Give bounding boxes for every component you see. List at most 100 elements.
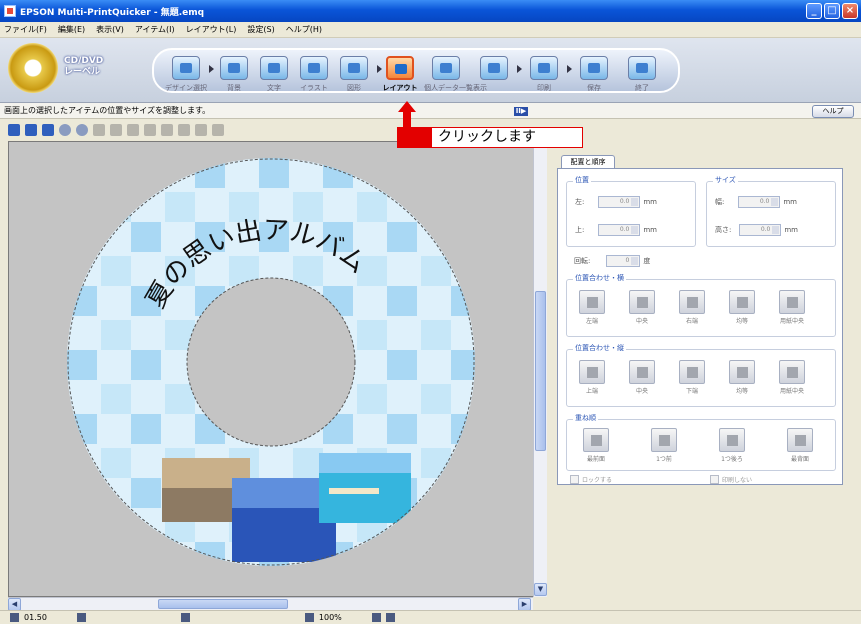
align-center-v-icon <box>629 360 655 384</box>
align-center-v-button[interactable]: 中央 <box>629 360 655 395</box>
delete-icon[interactable] <box>144 124 156 136</box>
cd-label-disc[interactable]: 夏の思い出アルバム <box>67 158 475 566</box>
app-icon <box>4 5 16 17</box>
paste-icon[interactable] <box>127 124 139 136</box>
mode-label-line2: レーベル <box>64 67 101 77</box>
illustration-button[interactable]: イラスト <box>292 56 336 96</box>
window-title: EPSON Multi-PrintQuicker - 無題.emq <box>20 7 205 18</box>
align-right-button[interactable]: 右端 <box>679 290 705 325</box>
left-unit: mm <box>643 198 657 206</box>
align-left-button[interactable]: 左端 <box>579 290 605 325</box>
align-top-button[interactable]: 上端 <box>579 360 605 395</box>
rotation-input[interactable]: 0 <box>606 255 641 267</box>
no-print-label: 印刷しない <box>722 477 753 484</box>
status-bar: 01.50 100% <box>0 610 861 624</box>
exit-button[interactable]: 終了 <box>620 56 664 96</box>
print-button[interactable]: 印刷 <box>522 56 572 96</box>
callout-arrow-shaft <box>403 109 411 129</box>
no-print-checkbox[interactable]: 印刷しない <box>710 475 752 484</box>
cut-icon[interactable] <box>93 124 105 136</box>
menu-help[interactable]: ヘルプ(H) <box>286 24 322 35</box>
lock-label: ロックする <box>582 477 613 484</box>
redo-icon[interactable] <box>25 124 37 136</box>
rotate-icon[interactable] <box>212 124 224 136</box>
position-group: 位置 左: 0.0 mm 上: 0.0 mm <box>566 175 696 247</box>
minimize-button[interactable]: _ <box>806 3 822 19</box>
send-to-back-button[interactable]: 最背面 <box>787 428 813 463</box>
height-label: 高さ: <box>715 226 732 234</box>
menu-view[interactable]: 表示(V) <box>96 24 124 35</box>
illustration-icon <box>300 56 328 80</box>
size-icon <box>76 613 86 622</box>
maximize-button[interactable]: □ <box>824 3 840 19</box>
horizontal-scrollbar[interactable]: ◀ ▶ <box>8 597 533 611</box>
zoom-out-icon[interactable] <box>76 124 88 136</box>
main-toolbar: CD/DVD レーベル デザイン選択 背景 文字 イラスト 図形 レイアウト 個… <box>0 38 861 103</box>
design-select-button[interactable]: デザイン選択 <box>164 56 214 96</box>
menu-file[interactable]: ファイル(F) <box>4 24 47 35</box>
width-input[interactable]: 0.0 <box>738 196 781 208</box>
vertical-scroll-thumb[interactable] <box>535 291 546 451</box>
collapse-panel-icon[interactable]: II▶ <box>514 107 528 116</box>
menu-settings[interactable]: 設定(S) <box>247 24 274 35</box>
page-center-v-button[interactable]: 用紙中央 <box>779 360 805 395</box>
copy-icon[interactable] <box>110 124 122 136</box>
page-center-h-button[interactable]: 用紙中央 <box>779 290 805 325</box>
height-input[interactable]: 0.0 <box>739 224 782 236</box>
rotation-label: 回転: <box>574 257 591 265</box>
select-icon[interactable] <box>42 124 54 136</box>
mode-label-line1: CD/DVD <box>64 56 104 66</box>
text-button[interactable]: 文字 <box>252 56 296 96</box>
workflow-panel: デザイン選択 背景 文字 イラスト 図形 レイアウト 個人データ一覧表示 印刷 … <box>152 48 680 93</box>
distribute-h-icon <box>729 290 755 314</box>
zoom-in-icon[interactable] <box>59 124 71 136</box>
save-button[interactable]: 保存 <box>572 56 616 96</box>
title-bar[interactable]: EPSON Multi-PrintQuicker - 無題.emq _ □ × <box>0 0 861 22</box>
align-vertical-group: 位置合わせ・縦 上端 中央 下端 均等 用紙中央 <box>566 343 836 407</box>
bring-to-front-button[interactable]: 最前面 <box>583 428 609 463</box>
data-layout-button[interactable] <box>472 56 522 96</box>
align-right-icon <box>679 290 705 314</box>
left-input[interactable]: 0.0 <box>598 196 641 208</box>
top-unit: mm <box>643 226 657 234</box>
layout-button[interactable]: レイアウト <box>378 56 422 96</box>
distribute-h-button[interactable]: 均等 <box>729 290 755 325</box>
top-input[interactable]: 0.0 <box>598 224 641 236</box>
lock-checkbox[interactable]: ロックする <box>570 475 612 484</box>
flip-icon[interactable] <box>195 124 207 136</box>
shape-icon <box>340 56 368 80</box>
vertical-scrollbar[interactable]: ▼ <box>533 141 547 597</box>
bring-forward-button[interactable]: 1つ前 <box>651 428 677 463</box>
text-icon <box>260 56 288 80</box>
page-center-h-icon <box>779 290 805 314</box>
lock-checkbox-box[interactable] <box>570 475 579 484</box>
rotation-status-icon <box>180 613 190 622</box>
menu-layout[interactable]: レイアウト(L) <box>186 24 237 35</box>
distribute-v-button[interactable]: 均等 <box>729 360 755 395</box>
label-canvas[interactable]: 夏の思い出アルバム <box>8 141 543 597</box>
personal-data-button[interactable]: 個人データ一覧表示 <box>424 56 487 96</box>
close-button[interactable]: × <box>842 3 858 19</box>
cursor-position-icon <box>10 613 19 622</box>
cd-disc-logo <box>8 43 58 93</box>
no-print-checkbox-box[interactable] <box>710 475 719 484</box>
tab-arrange-order[interactable]: 配置と順序 <box>561 155 615 169</box>
rotation-unit: 度 <box>643 257 651 265</box>
shape-button[interactable]: 図形 <box>332 56 382 96</box>
align-bottom-button[interactable]: 下端 <box>679 360 705 395</box>
group-icon[interactable] <box>161 124 173 136</box>
align-center-h-button[interactable]: 中央 <box>629 290 655 325</box>
ungroup-icon[interactable] <box>178 124 190 136</box>
undo-icon[interactable] <box>8 124 20 136</box>
scroll-down-button[interactable]: ▼ <box>534 583 547 596</box>
align-top-icon <box>579 360 605 384</box>
horizontal-scroll-thumb[interactable] <box>158 599 288 609</box>
send-backward-button[interactable]: 1つ後ろ <box>719 428 745 463</box>
menu-bar: ファイル(F) 編集(E) 表示(V) アイテム(I) レイアウト(L) 設定(… <box>0 22 861 38</box>
callout-text: クリックします <box>432 128 582 147</box>
menu-edit[interactable]: 編集(E) <box>58 24 85 35</box>
menu-item[interactable]: アイテム(I) <box>135 24 175 35</box>
background-button[interactable]: 背景 <box>212 56 256 96</box>
help-button[interactable]: ヘルプ <box>812 105 854 118</box>
size-group: サイズ 幅: 0.0 mm 高さ: 0.0 mm <box>706 175 836 247</box>
